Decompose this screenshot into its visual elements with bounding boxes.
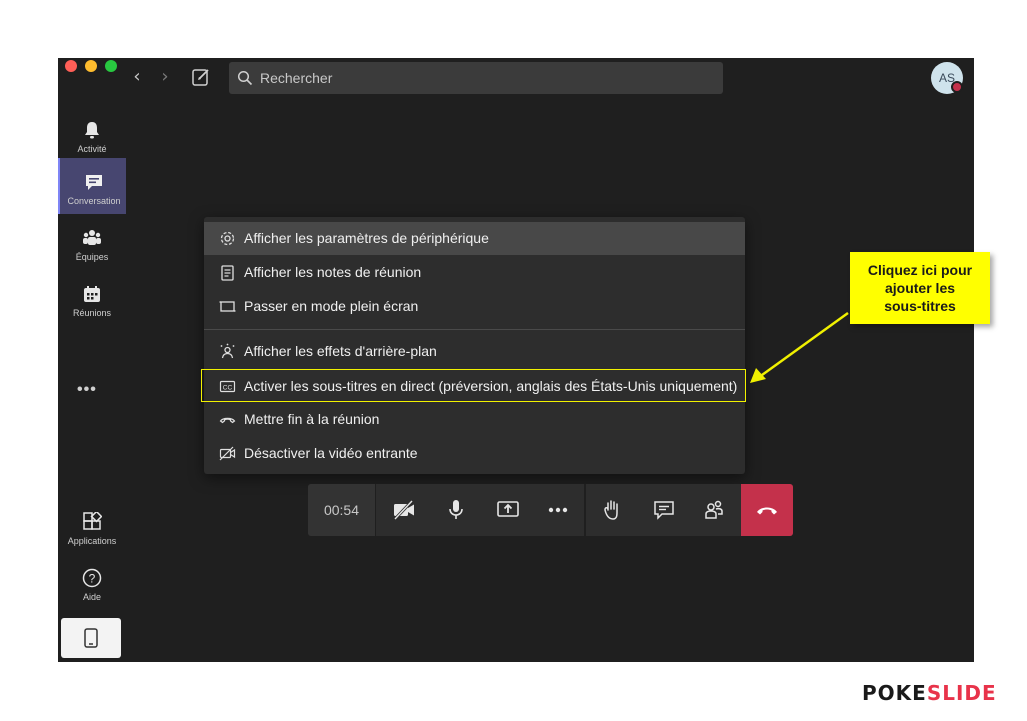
menu-item-device-settings[interactable]: Afficher les paramètres de périphérique (204, 222, 745, 255)
brand-logo-part1: POKE (862, 681, 927, 705)
title-bar: ‹ › Rechercher AS (58, 58, 974, 98)
microphone-toggle-button[interactable] (430, 484, 482, 536)
sidebar-item-label: Activité (77, 144, 107, 154)
call-timer: 00:54 (308, 484, 376, 536)
sidebar-item-label: Aide (82, 592, 101, 602)
participants-icon (705, 500, 723, 519)
chat-icon (86, 175, 102, 190)
mobile-device-button[interactable] (61, 618, 121, 658)
menu-divider (204, 329, 745, 330)
app-rail: Activité Conversation Équipes Réunions •… (58, 98, 126, 662)
menu-item-label: Afficher les effets d'arrière-plan (244, 343, 437, 359)
more-apps-ellipsis-icon[interactable]: ••• (77, 381, 97, 399)
hang-up-button[interactable] (741, 484, 793, 536)
camera-off-icon (393, 499, 414, 521)
teams-window: ‹ › Rechercher AS Activité Conversation … (58, 58, 974, 662)
sidebar-item-label: Équipes (75, 252, 109, 262)
microphone-icon (449, 500, 463, 519)
sidebar-item-conversation[interactable]: Conversation (58, 158, 126, 214)
call-controls-bar: 00:54 (308, 484, 793, 536)
search-icon (237, 70, 253, 86)
phone-icon (84, 628, 98, 648)
menu-item-label: Activer les sous-titres en direct (préve… (244, 378, 738, 394)
sidebar-item-label: Applications (67, 536, 117, 546)
sidebar-item-label: Conversation (67, 196, 121, 206)
menu-item-live-captions[interactable]: CC Activer les sous-titres en direct (pr… (201, 369, 746, 402)
menu-item-end-meeting[interactable]: Mettre fin à la réunion (204, 403, 745, 436)
teams-icon (83, 230, 101, 245)
sidebar-item-reunions[interactable]: Réunions (58, 270, 126, 326)
closed-captions-icon: CC (219, 380, 236, 393)
menu-item-fullscreen[interactable]: Passer en mode plein écran (204, 290, 745, 323)
gear-icon (220, 231, 235, 246)
show-conversation-button[interactable] (638, 484, 690, 536)
sidebar-item-activite[interactable]: Activité (58, 106, 126, 162)
video-off-icon (219, 446, 236, 461)
search-placeholder: Rechercher (260, 70, 333, 86)
brand-logo-part2: SLIDE (926, 681, 997, 705)
help-icon: ? (82, 568, 102, 588)
menu-item-label: Afficher les notes de réunion (244, 264, 422, 280)
show-participants-button[interactable] (688, 484, 740, 536)
presence-status-badge (951, 81, 963, 93)
more-actions-menu: Afficher les paramètres de périphérique … (201, 217, 746, 474)
callout-line: Cliquez ici pour (867, 262, 973, 278)
minimize-window-button[interactable] (85, 60, 97, 72)
maximize-window-button[interactable] (105, 60, 117, 72)
calendar-icon (84, 286, 100, 302)
menu-item-label: Désactiver la vidéo entrante (244, 445, 418, 461)
callout-box: Cliquez ici pour ajouter les sous-titres (850, 252, 990, 324)
background-effects-icon (220, 343, 235, 359)
hang-up-icon (757, 507, 777, 515)
brand-logo: POKESLIDE (862, 681, 997, 705)
bell-icon (85, 122, 99, 139)
share-screen-icon (497, 501, 519, 517)
menu-item-label: Mettre fin à la réunion (244, 411, 380, 427)
end-call-icon (219, 417, 236, 424)
close-window-button[interactable] (65, 60, 77, 72)
menu-item-disable-incoming-video[interactable]: Désactiver la vidéo entrante (204, 437, 745, 470)
search-input[interactable]: Rechercher (229, 62, 723, 94)
callout-line: sous-titres (884, 298, 956, 314)
ellipsis-icon (548, 507, 568, 513)
notes-icon (221, 265, 234, 281)
sidebar-item-equipes[interactable]: Équipes (58, 214, 126, 270)
compose-icon[interactable] (191, 67, 211, 87)
svg-text:CC: CC (223, 384, 233, 391)
apps-icon (83, 512, 102, 530)
share-screen-button[interactable] (482, 484, 534, 536)
menu-item-meeting-notes[interactable]: Afficher les notes de réunion (204, 256, 745, 289)
sidebar-item-applications[interactable]: Applications (58, 498, 126, 554)
raise-hand-icon (604, 500, 618, 520)
chat-bubble-icon (654, 501, 674, 520)
more-actions-button[interactable] (532, 484, 584, 536)
svg-text:?: ? (89, 572, 96, 586)
raise-hand-button[interactable] (586, 484, 638, 536)
menu-item-label: Afficher les paramètres de périphérique (244, 230, 489, 246)
callout-line: ajouter les (884, 280, 956, 296)
menu-item-background-effects[interactable]: Afficher les effets d'arrière-plan (204, 335, 745, 368)
sidebar-item-label: Réunions (72, 308, 112, 318)
menu-item-label: Passer en mode plein écran (244, 298, 419, 314)
sidebar-item-aide[interactable]: ? Aide (58, 554, 126, 610)
fullscreen-icon (219, 301, 236, 312)
back-arrow-icon[interactable]: ‹ (128, 67, 146, 87)
camera-toggle-button[interactable] (378, 484, 430, 536)
forward-arrow-icon[interactable]: › (156, 67, 174, 87)
